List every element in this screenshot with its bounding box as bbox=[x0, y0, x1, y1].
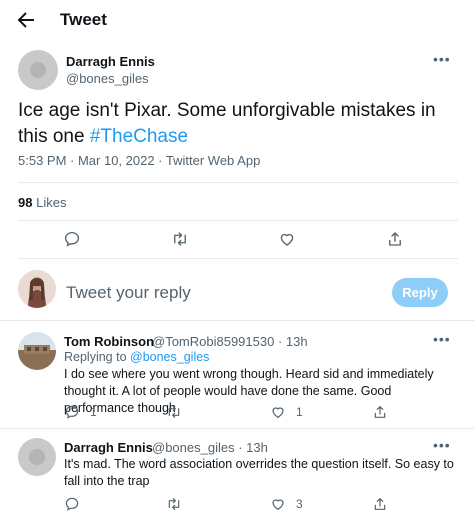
reply-avatar[interactable] bbox=[18, 332, 56, 370]
author-handle[interactable]: @bones_giles bbox=[66, 71, 149, 86]
heart-icon bbox=[280, 233, 294, 246]
share-icon bbox=[374, 498, 386, 510]
heart-icon bbox=[272, 499, 284, 510]
tweet-meta[interactable]: 5:53 PM · Mar 10, 2022 · Twitter Web App bbox=[18, 153, 260, 168]
back-arrow-icon[interactable] bbox=[14, 8, 38, 32]
like-count: 1 bbox=[296, 405, 303, 419]
more-dots-icon[interactable]: ••• bbox=[433, 52, 451, 66]
tweet-body: Ice age isn't Pixar. Some unforgivable m… bbox=[18, 100, 436, 147]
author-name[interactable]: Darragh Ennis bbox=[66, 54, 155, 69]
reply-action[interactable]: 1 bbox=[64, 404, 97, 420]
more-dots-icon[interactable]: ••• bbox=[433, 332, 451, 346]
reply-icon bbox=[64, 231, 80, 247]
retweet-icon bbox=[168, 498, 180, 510]
share-icon bbox=[374, 406, 386, 418]
share-action[interactable] bbox=[372, 496, 388, 512]
retweet-action[interactable] bbox=[166, 496, 182, 512]
replying-label: Replying to bbox=[64, 350, 131, 364]
reply-text: It's mad. The word association overrides… bbox=[64, 457, 454, 488]
divider bbox=[18, 258, 458, 259]
reply-author-name[interactable]: Tom Robinson bbox=[64, 334, 154, 349]
retweet-icon bbox=[174, 232, 186, 246]
likes-count: 98 bbox=[18, 195, 33, 210]
reply-handle-time[interactable]: @TomRobi85991530 · 13h bbox=[152, 334, 308, 349]
reply-button[interactable]: Reply bbox=[392, 278, 448, 307]
divider bbox=[18, 182, 458, 183]
heart-icon bbox=[272, 407, 284, 418]
likes-label: Likes bbox=[36, 195, 67, 210]
likes-stat[interactable]: 98 Likes bbox=[18, 195, 66, 210]
page-title: Tweet bbox=[60, 10, 107, 29]
reply-icon bbox=[65, 497, 79, 511]
reply-count: 1 bbox=[90, 405, 97, 419]
retweet-action[interactable] bbox=[171, 230, 189, 248]
share-action[interactable] bbox=[372, 404, 388, 420]
more-dots-icon[interactable]: ••• bbox=[433, 438, 451, 452]
retweet-icon bbox=[168, 406, 180, 418]
tweet-text: Ice age isn't Pixar. Some unforgivable m… bbox=[18, 98, 458, 150]
hashtag-link[interactable]: #TheChase bbox=[90, 126, 188, 147]
divider bbox=[0, 428, 474, 429]
header-bar: Tweet bbox=[0, 0, 474, 40]
reply-text: I do see where you went wrong though. He… bbox=[64, 367, 434, 415]
retweet-action[interactable] bbox=[166, 404, 182, 420]
divider bbox=[0, 320, 474, 321]
divider bbox=[18, 220, 458, 221]
reply-icon bbox=[65, 405, 79, 419]
user-avatar bbox=[18, 270, 56, 308]
reply-input[interactable]: Tweet your reply bbox=[66, 283, 191, 303]
reply-author-name[interactable]: Darragh Ennis bbox=[64, 440, 153, 455]
like-action[interactable]: 3 bbox=[270, 496, 303, 512]
author-avatar[interactable] bbox=[18, 50, 58, 90]
reply-action[interactable] bbox=[64, 496, 80, 512]
reply-action[interactable] bbox=[63, 230, 81, 248]
user-avatar-image bbox=[18, 270, 56, 308]
replying-handle-link[interactable]: @bones_giles bbox=[130, 350, 209, 364]
like-action[interactable]: 1 bbox=[270, 404, 303, 420]
replying-to: Replying to @bones_giles bbox=[64, 350, 209, 364]
like-action[interactable] bbox=[278, 230, 296, 248]
share-icon bbox=[389, 232, 401, 246]
share-action[interactable] bbox=[386, 230, 404, 248]
reply-handle-time[interactable]: @bones_giles · 13h bbox=[152, 440, 268, 455]
reply-avatar-image bbox=[18, 332, 56, 370]
like-count: 3 bbox=[296, 497, 303, 511]
reply-avatar[interactable] bbox=[18, 438, 56, 476]
